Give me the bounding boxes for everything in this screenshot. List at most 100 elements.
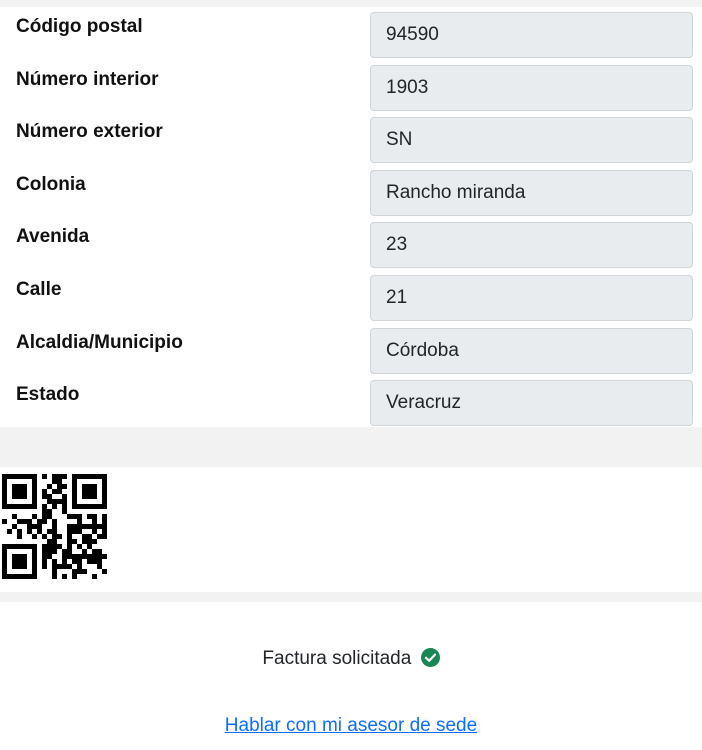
qr-module bbox=[87, 524, 92, 529]
colonia-label: Colonia bbox=[16, 173, 86, 195]
qr-module bbox=[67, 529, 72, 534]
colonia-field[interactable] bbox=[370, 169, 693, 216]
postal-code-field[interactable] bbox=[370, 12, 693, 58]
qr-module bbox=[27, 519, 32, 524]
qr-module bbox=[67, 524, 72, 529]
address-form: Código postal Número interior Número ext… bbox=[0, 7, 702, 427]
qr-module bbox=[17, 484, 22, 489]
qr-module bbox=[42, 474, 47, 479]
qr-module bbox=[67, 564, 72, 569]
qr-module bbox=[12, 559, 17, 564]
qr-module bbox=[92, 494, 97, 499]
qr-module bbox=[97, 564, 102, 569]
qr-module bbox=[87, 489, 92, 494]
qr-module bbox=[32, 554, 37, 559]
qr-module bbox=[72, 479, 77, 484]
avenida-label: Avenida bbox=[16, 226, 90, 248]
qr-module bbox=[32, 569, 37, 574]
qr-module bbox=[92, 514, 97, 519]
qr-module bbox=[17, 574, 22, 579]
qr-module bbox=[102, 494, 107, 499]
qr-module bbox=[32, 524, 37, 529]
qr-module bbox=[72, 529, 77, 534]
qr-module bbox=[37, 529, 42, 534]
qr-module bbox=[27, 529, 32, 534]
calle-field[interactable] bbox=[370, 274, 693, 321]
qr-module bbox=[47, 494, 52, 499]
qr-module bbox=[52, 544, 57, 549]
avenida-field[interactable] bbox=[370, 222, 693, 269]
qr-module bbox=[2, 569, 7, 574]
qr-module bbox=[102, 569, 107, 574]
qr-module bbox=[22, 564, 27, 569]
qr-module bbox=[72, 474, 77, 479]
qr-module bbox=[32, 559, 37, 564]
qr-module bbox=[42, 559, 47, 564]
qr-module bbox=[62, 549, 67, 554]
qr-module bbox=[17, 564, 22, 569]
qr-module bbox=[72, 484, 77, 489]
qr-module bbox=[77, 564, 82, 569]
interior-number-label: Número interior bbox=[16, 68, 159, 90]
qr-module bbox=[82, 539, 87, 544]
exterior-number-field[interactable] bbox=[370, 117, 693, 164]
qr-module bbox=[92, 474, 97, 479]
qr-module bbox=[12, 494, 17, 499]
qr-module bbox=[2, 504, 7, 509]
qr-module bbox=[2, 564, 7, 569]
qr-module bbox=[102, 504, 107, 509]
qr-module bbox=[92, 529, 97, 534]
qr-module bbox=[17, 474, 22, 479]
qr-module bbox=[77, 514, 82, 519]
qr-module bbox=[12, 504, 17, 509]
qr-module bbox=[47, 549, 52, 554]
qr-module bbox=[72, 504, 77, 509]
qr-module bbox=[67, 539, 72, 544]
qr-module bbox=[52, 534, 57, 539]
qr-module bbox=[42, 504, 47, 509]
qr-module bbox=[32, 494, 37, 499]
qr-module bbox=[72, 554, 77, 559]
qr-module bbox=[7, 574, 12, 579]
qr-module bbox=[97, 554, 102, 559]
check-circle-icon bbox=[420, 648, 440, 667]
qr-module bbox=[2, 559, 7, 564]
qr-module bbox=[52, 529, 57, 534]
qr-module bbox=[67, 544, 72, 549]
qr-module bbox=[77, 544, 82, 549]
qr-module bbox=[77, 554, 82, 559]
qr-module bbox=[72, 494, 77, 499]
qr-module bbox=[82, 554, 87, 559]
qr-module bbox=[62, 564, 67, 569]
qr-module bbox=[77, 529, 82, 534]
qr-code-icon bbox=[2, 474, 107, 579]
qr-module bbox=[87, 474, 92, 479]
qr-module bbox=[82, 494, 87, 499]
qr-module bbox=[42, 509, 47, 514]
municipality-field[interactable] bbox=[370, 327, 693, 374]
qr-module bbox=[87, 544, 92, 549]
qr-module bbox=[62, 554, 67, 559]
state-field[interactable] bbox=[370, 380, 693, 427]
qr-module bbox=[17, 494, 22, 499]
qr-module bbox=[42, 564, 47, 569]
qr-module bbox=[32, 549, 37, 554]
qr-module bbox=[92, 549, 97, 554]
advisor-link-wrap: Hablar con mi asesor de sede bbox=[0, 715, 702, 737]
qr-module bbox=[17, 489, 22, 494]
municipality-row: Alcaldia/Municipio bbox=[0, 327, 702, 381]
qr-module bbox=[47, 544, 52, 549]
interior-number-field[interactable] bbox=[370, 64, 693, 111]
qr-module bbox=[102, 519, 107, 524]
qr-module bbox=[42, 494, 47, 499]
qr-module bbox=[32, 544, 37, 549]
qr-module bbox=[92, 524, 97, 529]
qr-module bbox=[52, 569, 57, 574]
qr-module bbox=[42, 489, 47, 494]
advisor-link[interactable]: Hablar con mi asesor de sede bbox=[225, 715, 477, 736]
qr-module bbox=[92, 519, 97, 524]
qr-module bbox=[47, 514, 52, 519]
qr-module bbox=[72, 514, 77, 519]
qr-module bbox=[62, 504, 67, 509]
qr-module bbox=[72, 499, 77, 504]
